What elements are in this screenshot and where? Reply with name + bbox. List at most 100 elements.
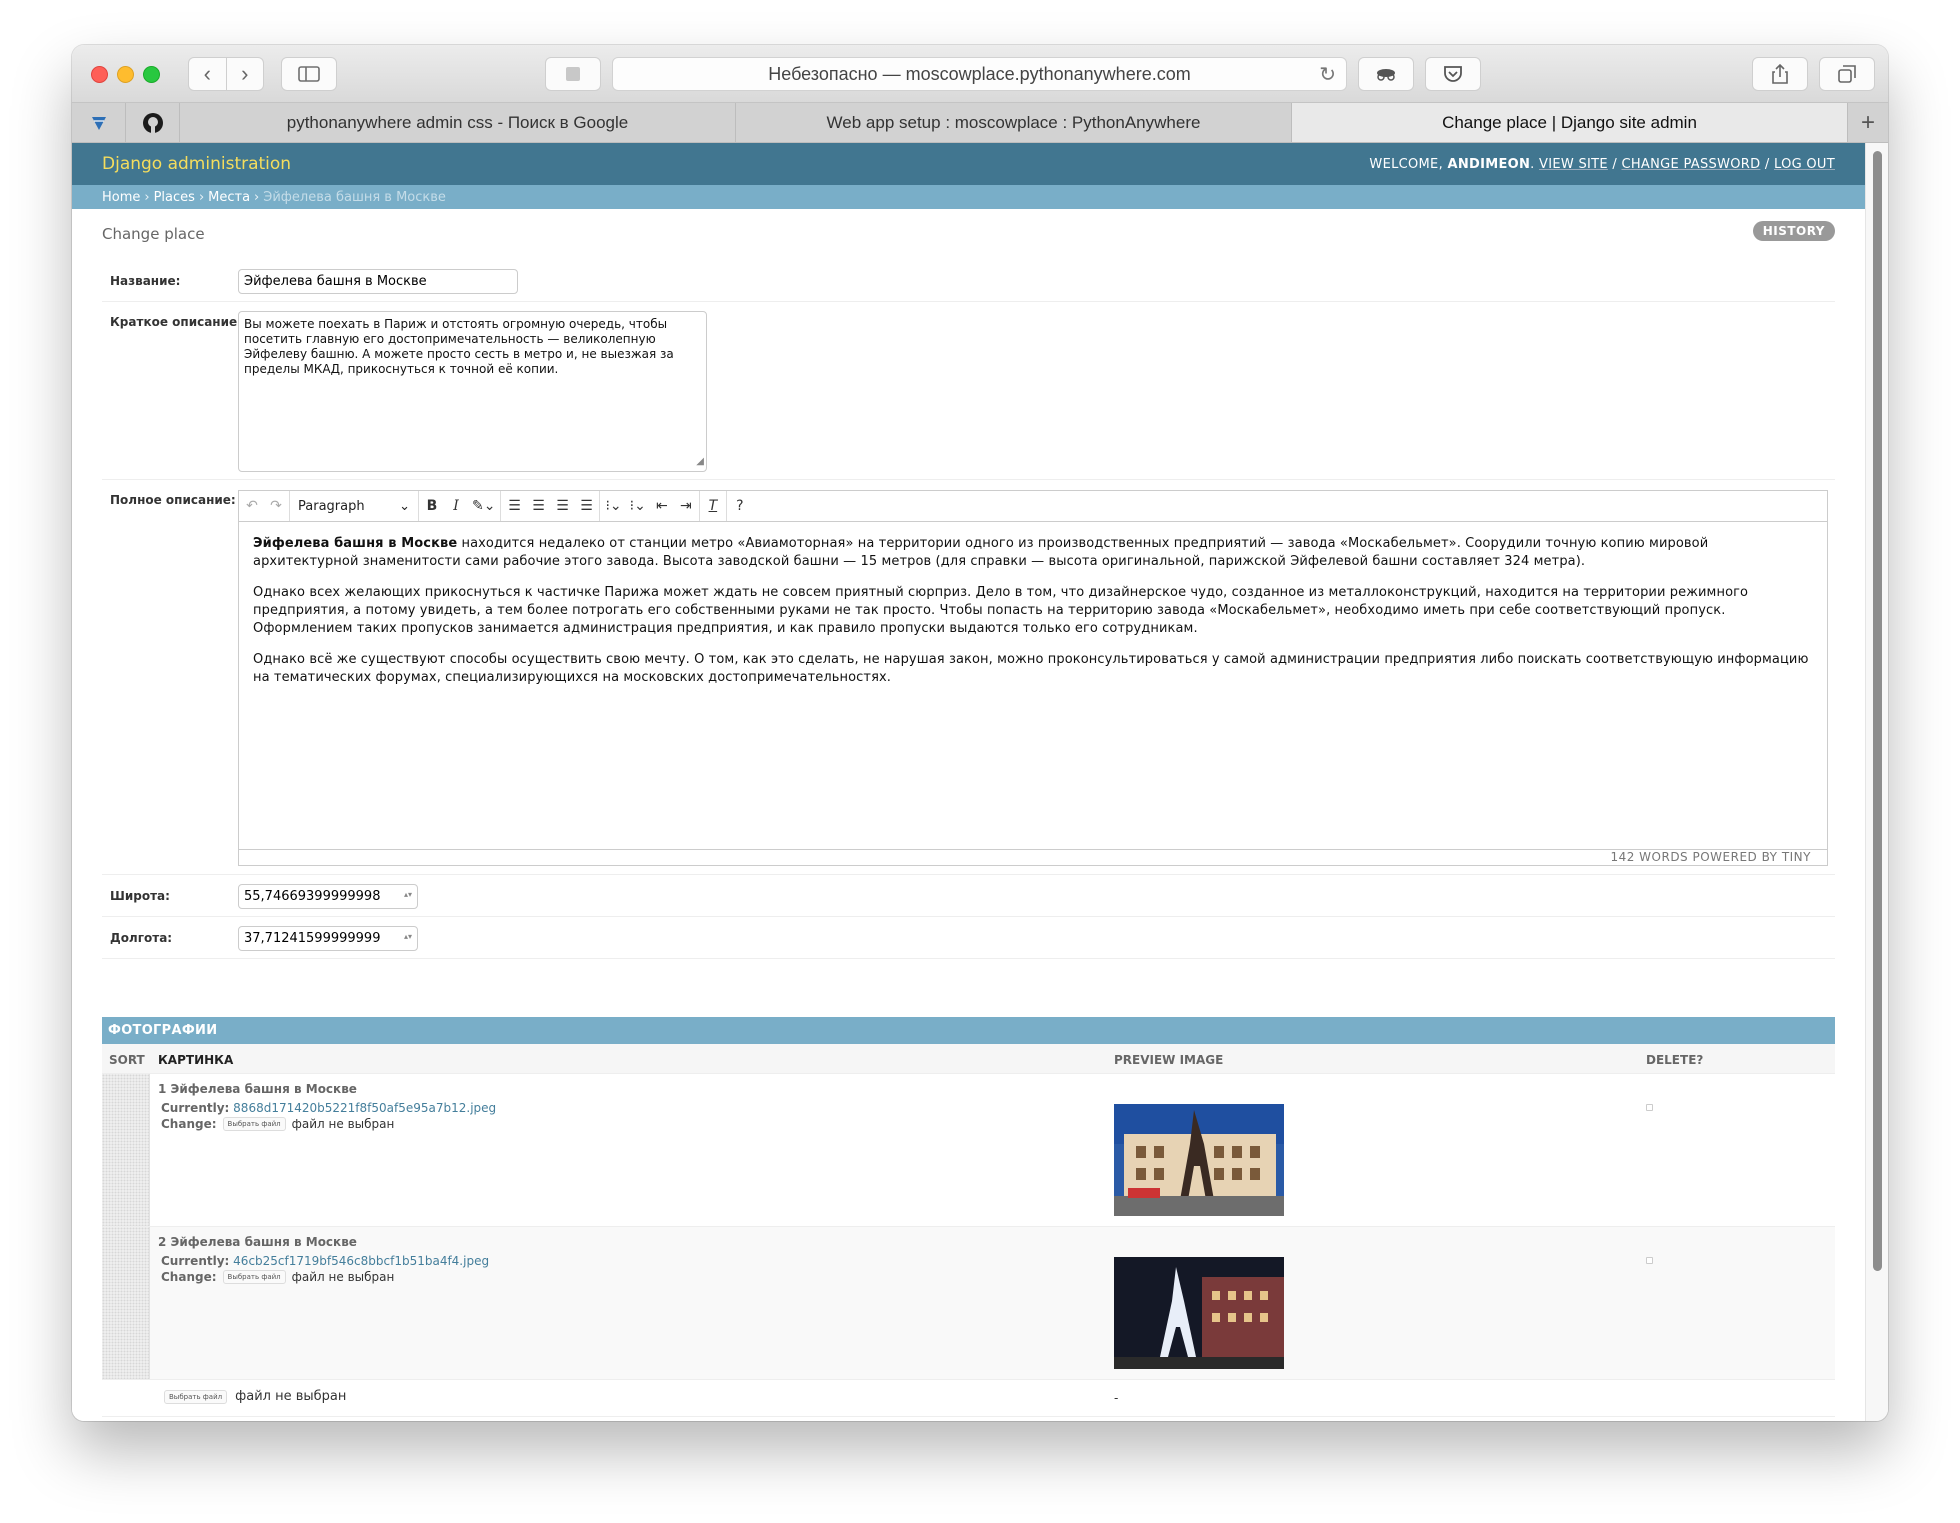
- reader-icon[interactable]: [545, 57, 601, 91]
- zoom-window-button[interactable]: [143, 66, 160, 83]
- row-longitude: Долгота: 37,71241599999999 ▴▾: [102, 917, 1835, 959]
- italic-icon[interactable]: I: [448, 498, 464, 514]
- incognito-extension-icon[interactable]: [1358, 57, 1414, 91]
- row-short-description: Краткое описание: Вы можете поехать в Па…: [102, 302, 1835, 480]
- col-image: КАРТИНКА: [158, 1053, 234, 1067]
- col-delete: DELETE?: [1646, 1053, 1704, 1067]
- table-row: Выбрать файлфайл не выбран -: [102, 1417, 1835, 1421]
- choose-file-button[interactable]: Выбрать файл: [164, 1389, 228, 1404]
- minimize-window-button[interactable]: [117, 66, 134, 83]
- choose-file-button[interactable]: Выбрать файл: [222, 1117, 286, 1131]
- row-full-description: Полное описание: ↶ ↷ Paragraph ⌄ B I ✎⌄ …: [102, 480, 1835, 875]
- name-label: Название:: [110, 274, 181, 288]
- tab-google-search[interactable]: pythonanywhere admin css - Поиск в Googl…: [180, 103, 736, 142]
- row-latitude: Широта: 55,74669399999998 ▴▾: [102, 875, 1835, 917]
- page-content: Django administration WELCOME, ANDIMEON.…: [72, 143, 1865, 1421]
- log-out-link[interactable]: LOG OUT: [1774, 157, 1835, 172]
- browser-toolbar: ‹ › Небезопасно — moscowplace.pythonanyw…: [72, 45, 1888, 103]
- longitude-input[interactable]: 37,71241599999999 ▴▾: [238, 926, 418, 951]
- drag-handle[interactable]: [102, 1227, 150, 1379]
- bold-icon[interactable]: B: [424, 498, 440, 514]
- table-row: 1 Эйфелева башня в Москве Currently: 886…: [102, 1074, 1835, 1227]
- block-format-select[interactable]: Paragraph ⌄: [295, 499, 413, 514]
- breadcrumb-home[interactable]: Home: [102, 190, 140, 205]
- tab-overview-icon[interactable]: [1819, 57, 1875, 91]
- highlight-color-icon[interactable]: ✎⌄: [472, 498, 495, 514]
- latitude-label: Широта:: [110, 889, 170, 903]
- page-title: Change place: [102, 225, 205, 243]
- breadcrumb: Home › Places › Места › Эйфелева башня в…: [72, 185, 1865, 209]
- sidebar-toggle-icon[interactable]: [281, 57, 337, 91]
- site-brand[interactable]: Django administration: [102, 154, 291, 174]
- indent-icon[interactable]: ⇥: [678, 498, 694, 514]
- help-icon[interactable]: ?: [732, 498, 748, 514]
- stepper-icon[interactable]: ▴▾: [404, 932, 412, 941]
- tab-bar: pythonanywhere admin css - Поиск в Googl…: [72, 103, 1888, 143]
- delete-checkbox[interactable]: [1646, 1104, 1653, 1111]
- browser-window: ‹ › Небезопасно — moscowplace.pythonanyw…: [72, 45, 1888, 1421]
- stepper-icon[interactable]: ▴▾: [404, 890, 412, 899]
- short-description-textarea[interactable]: Вы можете поехать в Париж и отстоять огр…: [238, 311, 707, 472]
- history-nav: ‹ ›: [188, 57, 264, 91]
- align-center-icon[interactable]: ☰: [530, 498, 546, 514]
- numbered-list-icon[interactable]: ⁝⌄: [630, 498, 646, 514]
- longitude-label: Долгота:: [110, 931, 173, 945]
- align-justify-icon[interactable]: ☰: [578, 498, 594, 514]
- forward-icon[interactable]: ›: [227, 58, 264, 90]
- row-name: Название: Эйфелева башня в Москве: [102, 261, 1835, 302]
- current-file-link[interactable]: 8868d171420b5221f8f50af5e95a7b12.jpeg: [233, 1101, 496, 1115]
- scrollbar-thumb[interactable]: [1873, 151, 1882, 1271]
- user-tools: WELCOME, ANDIMEON. VIEW SITE / CHANGE PA…: [1369, 156, 1835, 172]
- row-title: 1 Эйфелева башня в Москве: [158, 1082, 357, 1096]
- current-file-link[interactable]: 46cb25cf1719bf546c8bbcf1b51ba4f4.jpeg: [233, 1254, 489, 1268]
- pinned-tab-pythonanywhere-icon[interactable]: [72, 103, 126, 143]
- reload-icon[interactable]: ↻: [1319, 62, 1336, 87]
- view-site-link[interactable]: VIEW SITE: [1539, 157, 1608, 172]
- inline-column-headers: SORT КАРТИНКА PREVIEW IMAGE DELETE?: [102, 1044, 1835, 1074]
- breadcrumb-current: Эйфелева башня в Москве: [263, 189, 446, 205]
- back-icon[interactable]: ‹: [189, 58, 227, 90]
- photos-inline: ФОТОГРАФИИ SORT КАРТИНКА PREVIEW IMAGE D…: [102, 1017, 1835, 1421]
- editor-toolbar: ↶ ↷ Paragraph ⌄ B I ✎⌄ ☰ ☰ ☰ ☰ ⁝⌄ ⁝⌄ ⇤ ⇥…: [239, 491, 1827, 522]
- tab-change-place[interactable]: Change place | Django site admin: [1292, 103, 1848, 142]
- breadcrumb-places[interactable]: Places: [154, 190, 195, 205]
- address-bar[interactable]: Небезопасно — moscowplace.pythonanywhere…: [612, 57, 1347, 91]
- undo-icon[interactable]: ↶: [244, 498, 260, 514]
- align-right-icon[interactable]: ☰: [554, 498, 570, 514]
- choose-file-button[interactable]: Выбрать файл: [222, 1270, 286, 1284]
- vertical-scrollbar[interactable]: [1865, 143, 1888, 1421]
- align-left-icon[interactable]: ☰: [506, 498, 522, 514]
- delete-checkbox[interactable]: [1646, 1257, 1653, 1264]
- table-row: Выбрать файлфайл не выбран -: [102, 1380, 1835, 1417]
- preview-image: [1114, 1104, 1284, 1216]
- full-description-label: Полное описание:: [110, 493, 236, 507]
- inline-heading: ФОТОГРАФИИ: [102, 1017, 1835, 1044]
- latitude-input[interactable]: 55,74669399999998 ▴▾: [238, 884, 418, 909]
- new-tab-icon[interactable]: +: [1848, 103, 1888, 142]
- pocket-icon[interactable]: [1425, 57, 1481, 91]
- username: ANDIMEON: [1447, 156, 1531, 172]
- editor-statusbar: 142 WORDS POWERED BY TINY: [239, 849, 1827, 865]
- redo-icon[interactable]: ↷: [268, 498, 284, 514]
- resize-grip-icon[interactable]: ◢: [696, 454, 704, 469]
- rich-text-editor: ↶ ↷ Paragraph ⌄ B I ✎⌄ ☰ ☰ ☰ ☰ ⁝⌄ ⁝⌄ ⇤ ⇥…: [238, 490, 1828, 866]
- drag-handle[interactable]: [102, 1074, 150, 1226]
- history-button[interactable]: HISTORY: [1752, 221, 1835, 241]
- bullet-list-icon[interactable]: ⁝⌄: [605, 498, 621, 514]
- share-icon[interactable]: [1752, 57, 1808, 91]
- editor-content[interactable]: Эйфелева башня в Москве находится недале…: [239, 522, 1827, 713]
- outdent-icon[interactable]: ⇤: [654, 498, 670, 514]
- row-title: 2 Эйфелева башня в Москве: [158, 1235, 357, 1249]
- short-description-label: Краткое описание:: [110, 315, 242, 329]
- pinned-tab-github-icon[interactable]: [126, 103, 180, 143]
- name-input[interactable]: Эйфелева башня в Москве: [238, 269, 518, 294]
- address-text: Небезопасно — moscowplace.pythonanywhere…: [768, 63, 1191, 84]
- close-window-button[interactable]: [91, 66, 108, 83]
- breadcrumb-mesta[interactable]: Места: [208, 190, 250, 205]
- tab-web-app-setup[interactable]: Web app setup : moscowplace : PythonAnyw…: [736, 103, 1292, 142]
- col-preview: PREVIEW IMAGE: [1114, 1053, 1224, 1067]
- clear-formatting-icon[interactable]: T: [705, 498, 721, 514]
- chevron-down-icon: ⌄: [399, 498, 410, 514]
- change-password-link[interactable]: CHANGE PASSWORD: [1621, 157, 1760, 172]
- table-row: 2 Эйфелева башня в Москве Currently: 46c…: [102, 1227, 1835, 1380]
